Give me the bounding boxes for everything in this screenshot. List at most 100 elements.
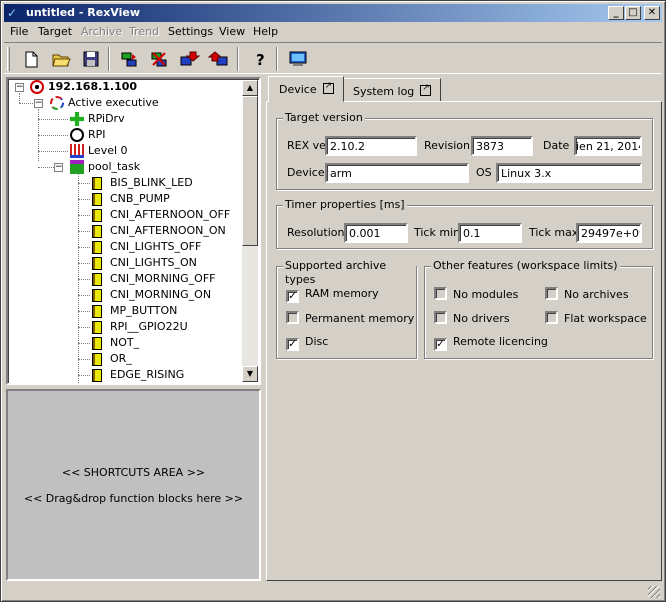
checkbox-remote-licencing[interactable]: ✓ Remote licencing — [434, 335, 548, 351]
toolbar-separator — [237, 47, 239, 71]
download-icon[interactable] — [178, 48, 201, 70]
checkbox-box[interactable] — [434, 287, 447, 300]
device-field[interactable]: arm — [325, 163, 469, 183]
scroll-up-button[interactable]: ▲ — [242, 80, 258, 96]
function-block-icon — [92, 368, 102, 382]
scroll-down-button[interactable]: ▼ — [242, 366, 258, 382]
menu-archive[interactable]: Archive — [81, 25, 122, 39]
status-bar — [4, 584, 662, 600]
connect-icon[interactable] — [118, 48, 140, 70]
menu-settings[interactable]: Settings — [168, 25, 213, 39]
open-folder-icon[interactable] — [50, 48, 72, 70]
tick-min-field[interactable]: 0.1 — [458, 223, 522, 243]
tree-block-item[interactable]: CNI_LIGHTS_ON — [92, 255, 197, 271]
checkbox-ram-memory[interactable]: ✓ RAM memory — [286, 287, 379, 303]
external-window-icon[interactable] — [420, 83, 432, 96]
tab-device[interactable]: Device — [268, 76, 344, 102]
tree-block-item[interactable]: BIS_BLINK_LED — [92, 175, 193, 191]
title-bar[interactable]: ✓ untitled - RexView _ □ ✕ — [4, 4, 662, 22]
tree-block-item[interactable]: CNI_MORNING_OFF — [92, 271, 215, 287]
checkbox-label: No modules — [453, 288, 519, 301]
collapse-root-toggle[interactable]: − — [15, 83, 24, 92]
tree-level-label[interactable]: Level 0 — [88, 144, 128, 157]
checkbox-box[interactable] — [545, 311, 558, 324]
toolbar: ? — [4, 42, 662, 74]
checkbox-box[interactable] — [545, 287, 558, 300]
resolution-field[interactable]: 0.001 — [344, 223, 408, 243]
tick-max-label: Tick max — [529, 226, 579, 239]
tree-executive-label[interactable]: Active executive — [68, 96, 159, 109]
checkbox-box[interactable] — [434, 311, 447, 324]
project-tree[interactable]: − 192.168.1.100 − Active executive RPiDr… — [6, 77, 261, 385]
function-block-icon — [92, 256, 102, 270]
function-block-icon — [92, 304, 102, 318]
tree-rpi-label[interactable]: RPI — [88, 128, 106, 141]
checkbox-no-drivers[interactable]: No drivers — [434, 311, 510, 325]
checkbox-no-archives[interactable]: No archives — [545, 287, 629, 301]
checkbox-label: No archives — [564, 288, 629, 301]
tree-driver-label[interactable]: RPiDrv — [88, 112, 125, 125]
tree-block-item[interactable]: OR_ — [92, 351, 132, 367]
checkbox-box[interactable] — [286, 311, 299, 324]
upload-icon[interactable] — [207, 48, 230, 70]
checkbox-box[interactable]: ✓ — [286, 290, 299, 303]
function-block-icon — [92, 336, 102, 350]
rex-version-field[interactable]: 2.10.2 — [325, 136, 417, 156]
tree-block-item[interactable]: CNI_MORNING_ON — [92, 287, 211, 303]
tree-block-item[interactable]: CNI_AFTERNOON_ON — [92, 223, 226, 239]
function-block-icon — [92, 352, 102, 366]
tree-root-label[interactable]: 192.168.1.100 — [48, 80, 137, 93]
menu-file[interactable]: File — [10, 25, 28, 39]
checkbox-permanent-memory[interactable]: Permanent memory — [286, 311, 414, 325]
tick-max-field[interactable]: 29497e+09 — [576, 223, 642, 243]
save-disk-icon[interactable] — [80, 48, 102, 70]
maximize-button[interactable]: □ — [625, 6, 641, 20]
minimize-button[interactable]: _ — [608, 6, 624, 20]
tree-task-label[interactable]: pool_task — [88, 160, 140, 173]
rexview-logo-icon: ✓ — [7, 6, 18, 20]
scroll-thumb[interactable] — [242, 96, 258, 246]
checkbox-box[interactable]: ✓ — [286, 338, 299, 351]
tab-strip: Device System log — [266, 76, 661, 102]
device-panel: Target version REX version 2.10.2 Revisi… — [266, 101, 662, 581]
tree-block-label: CNB_PUMP — [110, 192, 170, 205]
date-field[interactable]: ien 21, 2014 — [574, 136, 642, 156]
tree-scrollbar[interactable]: ▲ ▼ — [242, 80, 258, 382]
checkbox-box[interactable]: ✓ — [434, 338, 447, 351]
tree-block-item[interactable]: MP_BUTTON — [92, 303, 177, 319]
tree-block-item[interactable]: CNI_AFTERNOON_OFF — [92, 207, 230, 223]
shortcuts-area[interactable]: << SHORTCUTS AREA >> << Drag&drop functi… — [6, 389, 261, 581]
revision-field[interactable]: 3873 — [471, 136, 533, 156]
external-window-icon[interactable] — [322, 81, 334, 94]
tree-block-label: NOT_ — [110, 336, 140, 349]
os-field[interactable]: Linux 3.x — [496, 163, 642, 183]
executive-icon — [50, 96, 64, 110]
tab-system-log-label: System log — [353, 85, 415, 98]
menu-trend[interactable]: Trend — [129, 25, 159, 39]
close-button[interactable]: ✕ — [644, 6, 660, 20]
tree-block-item[interactable]: CNI_LIGHTS_OFF — [92, 239, 201, 255]
tree-block-item[interactable]: RPI__GPIO22U — [92, 319, 188, 335]
archive-types-group: Supported archive types ✓ RAM memory Perma… — [276, 259, 417, 359]
collapse-executive-toggle[interactable]: − — [34, 99, 43, 108]
help-icon[interactable]: ? — [249, 48, 271, 70]
collapse-task-toggle[interactable]: − — [54, 163, 63, 172]
checkbox-disc[interactable]: ✓ Disc — [286, 335, 328, 351]
tree-block-item[interactable]: EDGE_RISING — [92, 367, 184, 383]
tree-block-label: CNI_MORNING_ON — [110, 288, 212, 301]
tab-system-log[interactable]: System log — [342, 78, 442, 102]
new-file-icon[interactable] — [20, 48, 42, 70]
menu-target[interactable]: Target — [38, 25, 72, 39]
checkbox-flat-workspace[interactable]: Flat workspace — [545, 311, 647, 325]
menu-help[interactable]: Help — [253, 25, 278, 39]
checkbox-label: Remote licencing — [453, 335, 548, 348]
checkbox-label: RAM memory — [305, 287, 379, 300]
disconnect-icon[interactable] — [148, 48, 170, 70]
tree-block-item[interactable]: NOT_ — [92, 335, 139, 351]
resize-grip[interactable] — [648, 586, 660, 598]
toolbar-grip[interactable] — [7, 47, 10, 71]
tree-block-item[interactable]: CNB_PUMP — [92, 191, 170, 207]
checkbox-no-modules[interactable]: No modules — [434, 287, 518, 301]
monitor-icon[interactable] — [287, 48, 309, 70]
menu-view[interactable]: View — [219, 25, 245, 39]
